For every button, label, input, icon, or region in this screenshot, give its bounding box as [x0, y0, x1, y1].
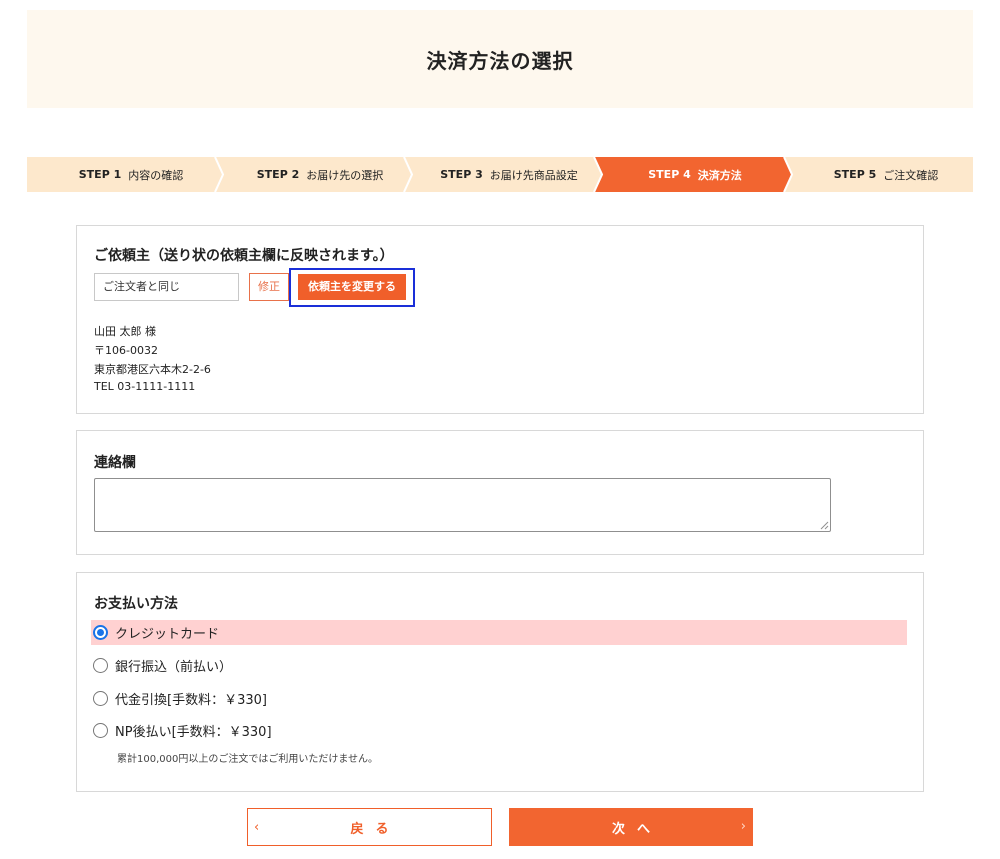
- sender-select-field[interactable]: ご注文者と同じ: [94, 273, 239, 301]
- back-button-label: 戻る: [350, 821, 401, 837]
- radio-unchecked-icon[interactable]: [93, 691, 108, 706]
- radio-unchecked-icon[interactable]: [93, 723, 108, 738]
- step-2-number: STEP 2: [256, 168, 300, 181]
- radio-unchecked-icon[interactable]: [93, 658, 108, 673]
- step-4-label: 決済方法: [697, 168, 742, 182]
- step-5-label: ご注文確認: [883, 168, 939, 182]
- radio-checked-icon[interactable]: [93, 625, 108, 640]
- back-button[interactable]: ‹ 戻る: [247, 808, 492, 846]
- step-3-label: お届け先商品設定: [489, 168, 578, 182]
- payment-option-credit-card[interactable]: クレジットカード: [91, 620, 907, 645]
- payment-panel: お支払い方法 クレジットカード 銀行振込（前払い） 代金引換[手数料：￥330]…: [76, 572, 924, 792]
- page-header: 決済方法の選択: [27, 10, 973, 108]
- step-1-label: 内容の確認: [128, 168, 184, 182]
- payment-option-cod[interactable]: 代金引換[手数料：￥330]: [91, 686, 907, 711]
- page-title: 決済方法の選択: [426, 48, 574, 73]
- payment-title: お支払い方法: [94, 596, 178, 612]
- step-1: STEP 1 内容の確認: [27, 157, 235, 192]
- payment-option-label: 銀行振込（前払い）: [115, 660, 233, 675]
- payment-note: 累計100,000円以上のご注文ではご利用いただけません。: [117, 754, 379, 765]
- sender-panel: ご依頼主（送り状の依頼主欄に反映されます。） ご注文者と同じ 修正 依頼主を変更…: [76, 225, 924, 414]
- step-3: STEP 3 お届け先商品設定: [405, 157, 613, 192]
- sender-name: 山田 太郎 様: [94, 325, 156, 338]
- step-3-number: STEP 3: [440, 168, 483, 181]
- step-2-label: お届け先の選択: [306, 168, 384, 182]
- step-4-number: STEP 4: [648, 168, 691, 181]
- edit-button[interactable]: 修正: [249, 273, 289, 301]
- payment-option-label: 代金引換[手数料：￥330]: [115, 693, 267, 708]
- step-5-number: STEP 5: [833, 168, 877, 181]
- next-button-label: 次へ: [611, 821, 662, 837]
- step-5: STEP 5 ご注文確認: [782, 157, 990, 192]
- resize-grip-icon[interactable]: [820, 521, 829, 530]
- memo-title: 連絡欄: [94, 455, 136, 471]
- chevron-right-icon: ›: [740, 819, 746, 834]
- step-2: STEP 2 お届け先の選択: [216, 157, 424, 192]
- memo-textarea[interactable]: [94, 478, 831, 532]
- sender-title: ご依頼主（送り状の依頼主欄に反映されます。）: [94, 248, 394, 264]
- next-button[interactable]: 次へ ›: [509, 808, 753, 846]
- payment-option-label: クレジットカード: [115, 627, 220, 642]
- payment-option-bank-transfer[interactable]: 銀行振込（前払い）: [91, 653, 907, 678]
- sender-tel: TEL 03-1111-1111: [94, 380, 196, 393]
- step-4: STEP 4 決済方法: [591, 157, 799, 192]
- sender-postal: 〒106-0032: [94, 344, 158, 357]
- payment-option-label: NP後払い[手数料：￥330]: [115, 725, 272, 740]
- change-sender-button[interactable]: 依頼主を変更する: [298, 274, 406, 300]
- payment-option-np-deferred[interactable]: NP後払い[手数料：￥330]: [91, 718, 907, 743]
- step-1-number: STEP 1: [78, 168, 122, 181]
- sender-address: 東京都港区六本木2-2-6: [94, 363, 211, 376]
- memo-panel: 連絡欄: [76, 430, 924, 555]
- checkout-stepper: STEP 1 内容の確認 STEP 2 お届け先の選択 STEP 3 お届け先商…: [27, 157, 973, 192]
